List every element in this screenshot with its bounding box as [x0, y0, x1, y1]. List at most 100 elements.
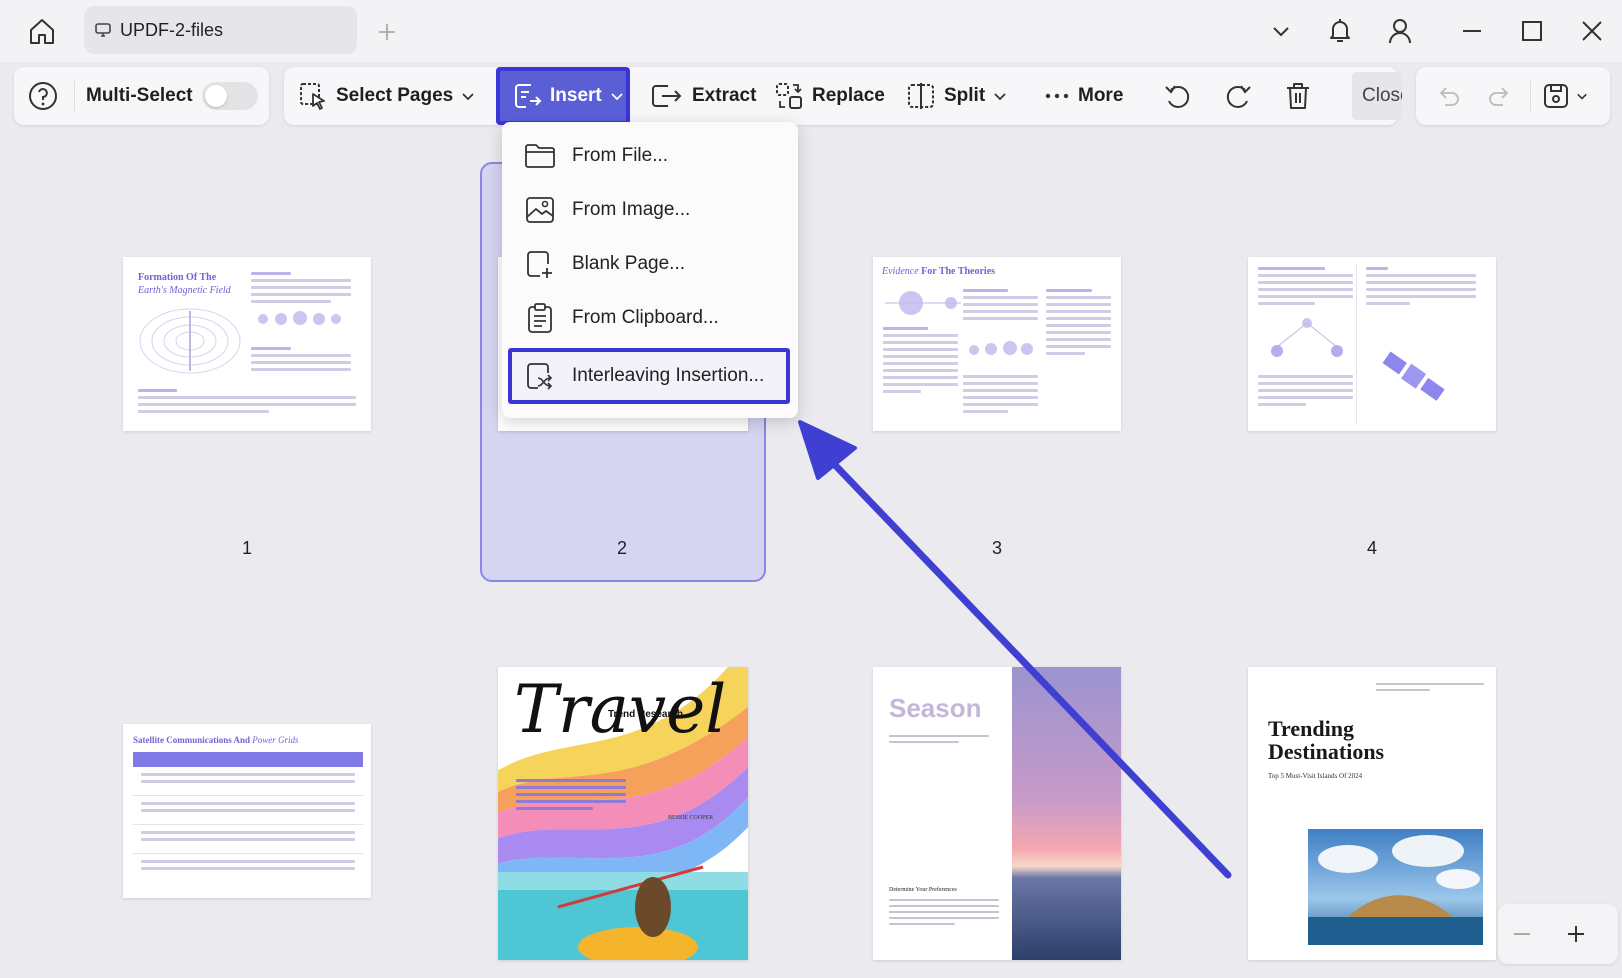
monitor-icon: [95, 23, 111, 37]
multi-select-label: Multi-Select: [86, 85, 193, 106]
menu-item-label: From File...: [572, 145, 669, 166]
chevron-down-icon: [994, 93, 1006, 101]
text-block: [889, 899, 999, 929]
select-pages-label: Select Pages: [336, 85, 454, 106]
plus-icon: [379, 24, 395, 40]
tabs-dropdown-button[interactable]: [1261, 12, 1301, 50]
menu-item-label: Interleaving Insertion...: [572, 365, 765, 386]
page-subtitle: Earth's Magnetic Field: [138, 285, 231, 296]
minus-icon: [1514, 933, 1530, 935]
user-icon: [1389, 19, 1411, 44]
replace-label: Replace: [812, 85, 885, 106]
account-button[interactable]: [1380, 12, 1420, 50]
page-title-line-2: Destinations: [1268, 739, 1385, 764]
maximize-button[interactable]: [1512, 12, 1552, 50]
extract-label: Extract: [692, 85, 757, 106]
help-icon: [29, 82, 57, 110]
menu-item-label: From Image...: [572, 199, 691, 220]
page-tools-group: Select Pages Extract Replace Split More: [284, 67, 1398, 125]
zoom-out-button[interactable]: [1502, 916, 1542, 952]
text-block: [889, 735, 989, 747]
close-icon: [1582, 21, 1602, 41]
text-block: [1258, 375, 1353, 410]
undo-button[interactable]: [1430, 67, 1466, 125]
page-title-line-1: Trending: [1268, 716, 1354, 741]
home-button[interactable]: [22, 12, 62, 50]
page-thumbnail-5[interactable]: Satellite Communications And Power Grids: [123, 724, 371, 898]
rotate-ccw-icon: [1165, 85, 1190, 108]
help-button[interactable]: [28, 67, 66, 125]
close-organize-button[interactable]: Close: [1352, 72, 1402, 120]
menu-item-from-clipboard[interactable]: From Clipboard...: [502, 292, 798, 344]
save-button[interactable]: [1542, 67, 1600, 125]
history-group: [1416, 67, 1610, 125]
zoom-in-button[interactable]: [1556, 916, 1596, 952]
multi-select-toggle[interactable]: [202, 67, 258, 125]
orbit-illustration: [885, 291, 961, 315]
text-block: [251, 272, 351, 307]
tab-title: UPDF-2-files: [120, 19, 224, 40]
text-block: [1366, 267, 1476, 309]
more-button[interactable]: More: [1044, 67, 1123, 125]
close-label: Close: [1362, 85, 1402, 106]
document-tab[interactable]: UPDF-2-files: [84, 6, 357, 54]
redo-icon: [1489, 87, 1509, 106]
chevron-down-icon: [611, 93, 623, 101]
satellite-illustration: [1382, 351, 1445, 401]
page-thumbnail-7[interactable]: Season Determine Your Preferences: [873, 667, 1121, 960]
extract-button[interactable]: Extract: [650, 67, 756, 125]
cursor-select-icon: [300, 83, 325, 110]
maximize-icon: [1522, 21, 1542, 41]
delete-button[interactable]: [1280, 67, 1316, 125]
menu-item-from-file[interactable]: From File...: [502, 130, 798, 182]
page-number: 3: [991, 538, 1002, 558]
island-photo: [1308, 829, 1483, 945]
page-thumbnail-1[interactable]: Formation Of The Earth's Magnetic Field: [123, 257, 371, 431]
new-tab-button[interactable]: [372, 18, 402, 46]
split-button[interactable]: Split: [906, 67, 1007, 125]
insert-button[interactable]: Insert: [496, 67, 630, 125]
page-thumbnail-8[interactable]: Trending Destinations Top 5 Must-Visit I…: [1248, 667, 1496, 960]
clipboard-icon: [528, 303, 552, 333]
chevron-down-icon: [462, 93, 474, 101]
notifications-button[interactable]: [1320, 12, 1360, 50]
minimize-icon: [1463, 30, 1481, 32]
menu-item-from-image[interactable]: From Image...: [502, 184, 798, 236]
sunset-sea-photo: [1012, 667, 1121, 960]
multi-select-group: Multi-Select: [14, 67, 269, 125]
page-title: Satellite Communications And: [133, 735, 253, 745]
menu-item-interleaving-insertion[interactable]: Interleaving Insertion...: [508, 348, 790, 404]
magnetic-field-illustration: [139, 308, 241, 374]
close-window-button[interactable]: [1572, 12, 1612, 50]
chevron-down-icon: [1577, 93, 1587, 100]
data-table: [133, 752, 363, 886]
blank-page-icon: [527, 251, 552, 278]
cover-subtitle: Trend Research: [608, 709, 684, 720]
image-icon: [526, 197, 554, 223]
page-number: 2: [616, 538, 627, 558]
minimize-button[interactable]: [1452, 12, 1492, 50]
brand-title: Season: [889, 693, 982, 723]
text-block: [1258, 267, 1353, 309]
page-title-emphasis: Power Grids: [252, 735, 299, 745]
replace-button[interactable]: Replace: [774, 67, 885, 125]
page-thumbnail-4[interactable]: [1248, 257, 1496, 431]
rotate-cw-icon: [1226, 85, 1251, 108]
page-number: 1: [241, 538, 252, 558]
rotate-left-button[interactable]: [1160, 67, 1196, 125]
select-pages-button[interactable]: Select Pages: [298, 67, 475, 125]
redo-button[interactable]: [1482, 67, 1518, 125]
zoom-controls: [1498, 904, 1618, 964]
text-block: [138, 389, 356, 417]
folder-icon: [525, 144, 555, 168]
rotate-right-button[interactable]: [1220, 67, 1256, 125]
network-diagram: [1271, 318, 1343, 357]
text-block: [1376, 683, 1484, 695]
menu-item-label: Blank Page...: [572, 253, 686, 274]
page-title: For The Theories: [918, 266, 996, 277]
menu-item-blank-page[interactable]: Blank Page...: [502, 238, 798, 290]
title-bar: UPDF-2-files: [0, 0, 1622, 62]
page-thumbnail-3[interactable]: Evidence For The Theories: [873, 257, 1121, 431]
page-thumbnail-6[interactable]: Travel Trend Research BESSIE COOPER: [498, 667, 748, 960]
trash-icon: [1287, 83, 1309, 109]
